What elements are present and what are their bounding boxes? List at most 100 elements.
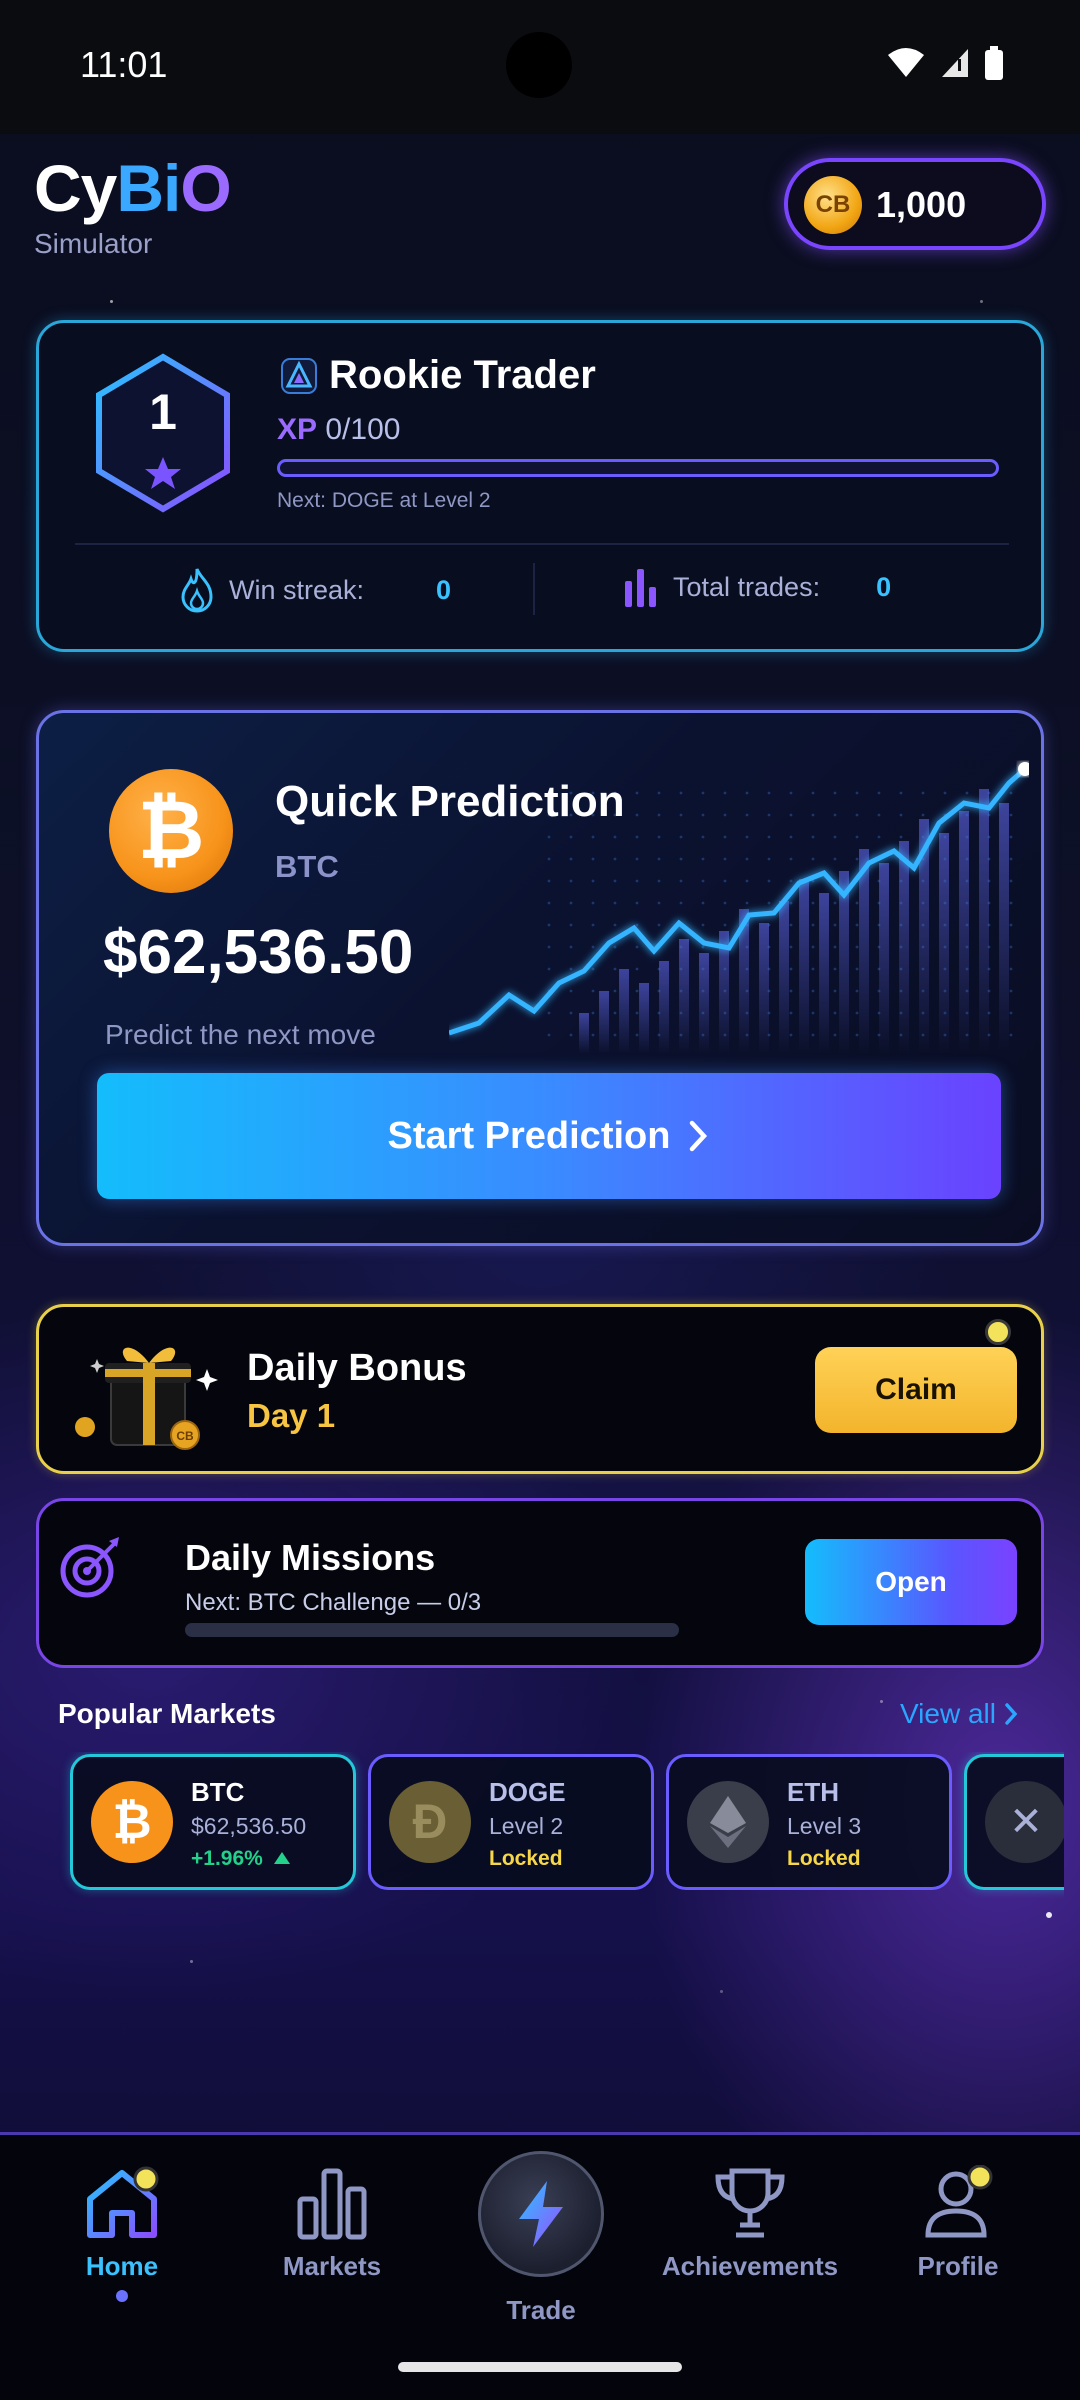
- chart-grid-dot: [921, 967, 925, 971]
- chart-grid-dot: [591, 901, 595, 905]
- chart-grid-dot: [943, 923, 947, 927]
- claim-button[interactable]: Claim: [815, 1347, 1017, 1433]
- nav-achievements[interactable]: Achievements: [660, 2165, 840, 2282]
- chart-grid-dot: [833, 835, 837, 839]
- chart-grid-dot: [877, 791, 881, 795]
- chart-grid-dot: [657, 989, 661, 993]
- nav-trade-label: Trade: [506, 2295, 576, 2325]
- chart-grid-dot: [811, 791, 815, 795]
- chart-grid-dot: [965, 923, 969, 927]
- chart-grid-dot: [547, 857, 551, 861]
- daily-missions-card[interactable]: Daily Missions Next: BTC Challenge — 0/3…: [36, 1498, 1044, 1668]
- chart-grid-dot: [789, 879, 793, 883]
- trend-up-icon: [273, 1852, 290, 1864]
- chart-grid-dot: [613, 945, 617, 949]
- daily-bonus-card[interactable]: CB Daily Bonus Day 1 Claim: [36, 1304, 1044, 1474]
- chart-grid-dot: [921, 901, 925, 905]
- chart-volume-bar: [699, 953, 709, 1053]
- rank-title-text: Rookie Trader: [329, 353, 596, 397]
- chart-grid-dot: [635, 879, 639, 883]
- chart-grid-dot: [877, 1011, 881, 1015]
- chart-grid-dot: [679, 945, 683, 949]
- coin-balance: 1,000: [876, 184, 967, 225]
- chart-grid-dot: [701, 945, 705, 949]
- nav-markets[interactable]: Markets: [242, 2165, 422, 2282]
- markets-carousel[interactable]: ₿ BTC $62,536.50 +1.96% Ð DOGE Level 2 L…: [58, 1752, 1064, 1898]
- chart-grid-dot: [1009, 923, 1013, 927]
- chart-grid-dot: [1009, 813, 1013, 817]
- coin-balance-pill[interactable]: CB 1,000: [784, 158, 1046, 250]
- nav-home[interactable]: Home: [32, 2165, 212, 2302]
- chart-grid-dot: [789, 901, 793, 905]
- chart-grid-dot: [679, 1033, 683, 1037]
- chart-grid-dot: [745, 989, 749, 993]
- chart-volume-bar: [859, 849, 869, 1053]
- chart-volume-bar: [939, 833, 949, 1053]
- chart-grid-dot: [965, 791, 969, 795]
- chart-grid-dot: [987, 879, 991, 883]
- chart-volume-bar: [619, 969, 629, 1053]
- quick-prediction-card[interactable]: ₿ Quick Prediction BTC $62,536.50 Predic…: [36, 710, 1044, 1246]
- chart-grid-dot: [569, 923, 573, 927]
- wifi-icon: [888, 48, 924, 77]
- chart-grid-dot: [855, 791, 859, 795]
- chart-grid-dot: [679, 1011, 683, 1015]
- chart-grid-dot: [591, 835, 595, 839]
- chart-grid-dot: [899, 901, 903, 905]
- nav-profile[interactable]: Profile: [868, 2165, 1048, 2282]
- chart-grid-dot: [943, 857, 947, 861]
- chart-grid-dot: [943, 989, 947, 993]
- chart-grid-dot: [591, 879, 595, 883]
- chart-grid-dot: [745, 857, 749, 861]
- chart-grid-dot: [591, 967, 595, 971]
- chart-grid-dot: [833, 1033, 837, 1037]
- market-card-doge[interactable]: Ð DOGE Level 2 Locked: [368, 1754, 654, 1890]
- chart-grid-dot: [569, 879, 573, 883]
- chart-grid-dot: [547, 945, 551, 949]
- logo-part-o: O: [180, 151, 231, 225]
- view-all-link[interactable]: View all: [900, 1698, 1018, 1730]
- level-card[interactable]: 1 Rookie Trader XP 0/100 Next: DOGE at L…: [36, 320, 1044, 652]
- start-prediction-button[interactable]: Start Prediction: [97, 1073, 1001, 1199]
- chart-grid-dot: [965, 945, 969, 949]
- chart-volume-bar: [579, 1013, 589, 1053]
- chart-grid-dot: [745, 967, 749, 971]
- chart-grid-dot: [877, 967, 881, 971]
- chart-volume-bars: [547, 789, 1013, 1053]
- xp-value: 0/100: [325, 413, 401, 446]
- chart-grid-dot: [965, 879, 969, 883]
- chart-grid-dot: [811, 923, 815, 927]
- chart-grid-dot: [657, 857, 661, 861]
- chart-grid-dot: [877, 989, 881, 993]
- market-symbol: DOGE: [489, 1777, 566, 1807]
- chart-grid-dot: [943, 1011, 947, 1015]
- chart-grid-dot: [701, 1011, 705, 1015]
- chart-grid-dot: [789, 857, 793, 861]
- chart-grid-dot: [811, 835, 815, 839]
- chart-grid-dot: [547, 1033, 551, 1037]
- chart-grid-dot: [987, 1011, 991, 1015]
- chart-grid-dot: [1009, 967, 1013, 971]
- nav-trade-button[interactable]: [478, 2151, 604, 2277]
- chart-grid-dot: [899, 1033, 903, 1037]
- market-card-eth[interactable]: ETH Level 3 Locked: [666, 1754, 952, 1890]
- total-trades-value: 0: [876, 571, 892, 602]
- chart-grid-dot: [987, 967, 991, 971]
- prediction-hint: Predict the next move: [105, 1019, 376, 1050]
- chart-volume-bar: [819, 893, 829, 1053]
- gesture-home-indicator[interactable]: [398, 2362, 682, 2372]
- chart-grid-dot: [943, 791, 947, 795]
- chart-grid-dot: [745, 1011, 749, 1015]
- market-card-btc[interactable]: ₿ BTC $62,536.50 +1.96%: [70, 1754, 356, 1890]
- open-missions-button[interactable]: Open: [805, 1539, 1017, 1625]
- chart-grid-dot: [855, 1033, 859, 1037]
- chart-grid-dot: [591, 857, 595, 861]
- market-card-more[interactable]: ✕: [964, 1754, 1064, 1890]
- chart-grid-dot: [811, 1011, 815, 1015]
- chart-grid-dot: [921, 923, 925, 927]
- chart-grid-dot: [921, 1033, 925, 1037]
- chart-grid-dot: [723, 835, 727, 839]
- chart-grid-dot: [987, 835, 991, 839]
- chart-grid-dot: [943, 835, 947, 839]
- chart-grid-dot: [811, 901, 815, 905]
